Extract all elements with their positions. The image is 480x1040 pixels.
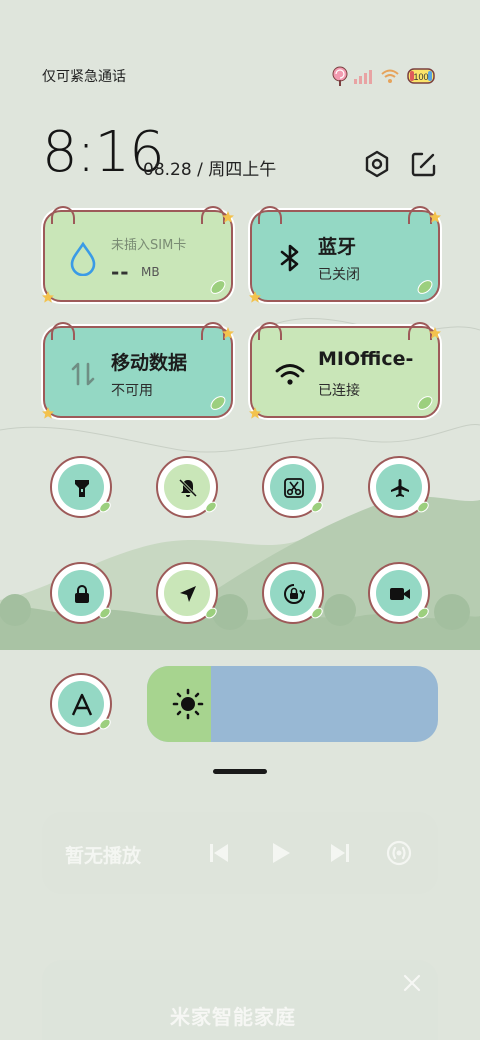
leaf-icon xyxy=(417,501,429,513)
previous-icon[interactable] xyxy=(205,839,233,867)
leaf-icon xyxy=(311,501,323,513)
smart-home-title: 米家智能家庭 xyxy=(170,1005,296,1029)
drag-handle[interactable] xyxy=(213,769,267,774)
mobile-data-title: 移动数据 xyxy=(111,352,188,374)
brightness-slider[interactable] xyxy=(147,666,438,742)
toggle-screen-record[interactable] xyxy=(368,562,430,624)
bell-off-icon xyxy=(178,478,198,498)
tile-mobile-data[interactable]: 移动数据 不可用 xyxy=(42,322,234,419)
tile-sim-data-usage[interactable]: 未插入SIM卡 -- MB xyxy=(42,206,234,303)
data-usage-value: -- xyxy=(111,260,130,284)
sun-icon xyxy=(172,688,204,720)
water-drop-icon xyxy=(70,241,96,276)
wifi-icon xyxy=(275,364,305,385)
airplane-icon xyxy=(391,479,409,497)
leaf-icon xyxy=(210,280,226,294)
toggle-mute[interactable] xyxy=(156,456,218,518)
toggle-airplane[interactable] xyxy=(368,456,430,518)
cast-icon[interactable] xyxy=(385,839,413,867)
next-icon[interactable] xyxy=(326,839,354,867)
leaf-icon xyxy=(417,607,429,619)
leaf-icon xyxy=(311,607,323,619)
star-icon xyxy=(42,291,54,303)
status-icons: 100 xyxy=(330,66,436,86)
star-icon xyxy=(249,407,261,419)
tile-wifi[interactable]: MIOffice- 已连接 xyxy=(249,322,441,419)
leaf-icon xyxy=(417,396,433,410)
signal-icon xyxy=(354,70,372,84)
leaf-icon xyxy=(99,718,111,730)
flashlight-icon xyxy=(75,480,89,497)
wifi-status: 已连接 xyxy=(318,383,360,399)
edit-icon[interactable] xyxy=(408,148,440,180)
scissors-icon xyxy=(284,478,304,498)
toggle-rotation-lock[interactable] xyxy=(262,562,324,624)
star-icon xyxy=(429,327,441,339)
leaf-icon xyxy=(205,607,217,619)
toggle-lock-screen[interactable] xyxy=(50,562,112,624)
lock-icon xyxy=(75,585,89,603)
clock-date: 08.28 / 周四上午 xyxy=(143,160,277,180)
leaf-icon xyxy=(99,607,111,619)
tile-bluetooth[interactable]: 蓝牙 已关闭 xyxy=(249,206,441,303)
media-title: 暂无播放 xyxy=(65,845,142,867)
leaf-icon xyxy=(210,396,226,410)
toggle-location[interactable] xyxy=(156,562,218,624)
leaf-icon xyxy=(99,501,111,513)
data-usage-unit: MB xyxy=(141,265,160,279)
bluetooth-icon xyxy=(280,244,299,272)
rotation-lock-icon xyxy=(284,584,305,604)
settings-icon[interactable] xyxy=(361,148,393,180)
toggle-screenshot[interactable] xyxy=(262,456,324,518)
toggle-flashlight[interactable] xyxy=(50,456,112,518)
sim-status-text: 未插入SIM卡 xyxy=(111,238,187,253)
wifi-network-name: MIOffice- xyxy=(318,348,414,370)
star-icon xyxy=(42,407,54,419)
data-arrows-icon xyxy=(71,362,95,386)
location-arrow-icon xyxy=(180,586,196,602)
star-icon xyxy=(222,327,234,339)
bluetooth-status: 已关闭 xyxy=(318,267,360,283)
mobile-data-status: 不可用 xyxy=(111,383,153,399)
play-icon[interactable] xyxy=(266,839,294,867)
toggle-reading-mode[interactable] xyxy=(50,673,112,735)
bluetooth-title: 蓝牙 xyxy=(318,236,357,258)
wifi-icon xyxy=(381,69,399,83)
leaf-icon xyxy=(205,501,217,513)
lollipop-icon xyxy=(332,66,348,86)
battery-level: 100 xyxy=(413,72,428,82)
video-camera-icon xyxy=(390,588,410,600)
carrier-status-text: 仅可紧急通话 xyxy=(42,69,126,85)
letter-a-icon xyxy=(71,693,93,716)
leaf-icon xyxy=(417,280,433,294)
star-icon xyxy=(222,211,234,223)
star-icon xyxy=(249,291,261,303)
close-icon[interactable] xyxy=(401,972,423,994)
star-icon xyxy=(429,211,441,223)
